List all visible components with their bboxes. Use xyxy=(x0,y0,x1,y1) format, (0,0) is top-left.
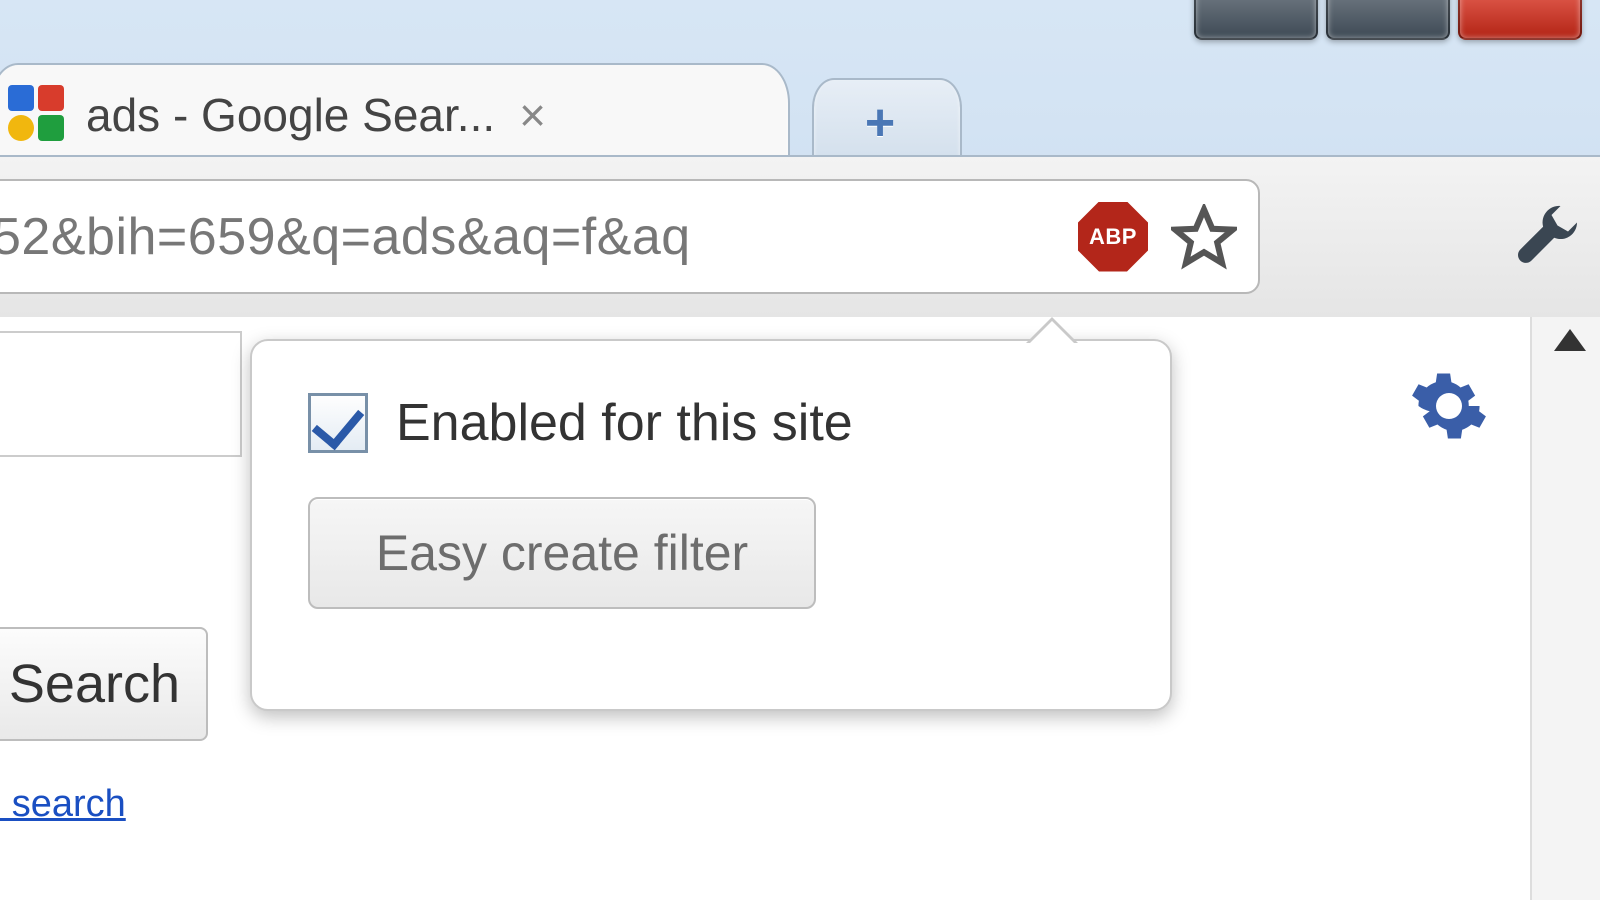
abp-label: ABP xyxy=(1089,224,1137,250)
vertical-scrollbar[interactable] xyxy=(1530,317,1600,900)
enabled-for-site-row[interactable]: Enabled for this site xyxy=(252,341,1170,453)
search-button[interactable]: Search xyxy=(0,627,208,741)
tab-active[interactable]: ads - Google Sear... × xyxy=(0,63,790,165)
window-controls xyxy=(1194,0,1582,40)
search-button-label: Search xyxy=(9,653,180,715)
new-tab-button[interactable]: + xyxy=(812,78,962,165)
window-close-button[interactable] xyxy=(1458,0,1582,40)
browser-window: ads - Google Sear... × + 52&bih=659&q=ad… xyxy=(0,0,1600,900)
plus-icon: + xyxy=(865,93,895,153)
window-minimize-button[interactable] xyxy=(1194,0,1318,40)
search-input-fragment[interactable] xyxy=(0,331,242,457)
adblock-popup: Enabled for this site Easy create filter xyxy=(250,339,1172,711)
scroll-up-arrow-icon[interactable] xyxy=(1554,329,1586,351)
easy-create-filter-label: Easy create filter xyxy=(376,524,748,582)
browser-toolbar: 52&bih=659&q=ads&aq=f&aq ABP xyxy=(0,155,1600,319)
omnibox[interactable]: 52&bih=659&q=ads&aq=f&aq ABP xyxy=(0,179,1260,294)
google-favicon-icon xyxy=(8,85,68,145)
page-content: Search d search Enabled for this site Ea… xyxy=(0,317,1600,900)
tab-close-icon[interactable]: × xyxy=(519,92,546,138)
enabled-label: Enabled for this site xyxy=(396,393,853,453)
bookmark-star-icon[interactable] xyxy=(1168,201,1240,273)
enabled-checkbox[interactable] xyxy=(308,393,368,453)
easy-create-filter-button[interactable]: Easy create filter xyxy=(308,497,816,609)
window-maximize-button[interactable] xyxy=(1326,0,1450,40)
tab-strip: ads - Google Sear... × + xyxy=(0,55,962,165)
tab-title: ads - Google Sear... xyxy=(86,88,495,142)
url-text: 52&bih=659&q=ads&aq=f&aq xyxy=(0,207,1066,267)
settings-wrench-icon[interactable] xyxy=(1502,197,1592,275)
page-settings-gear-icon[interactable] xyxy=(1410,367,1490,447)
adblock-plus-icon[interactable]: ABP xyxy=(1078,202,1148,272)
advanced-search-link-fragment[interactable]: d search xyxy=(0,783,126,826)
